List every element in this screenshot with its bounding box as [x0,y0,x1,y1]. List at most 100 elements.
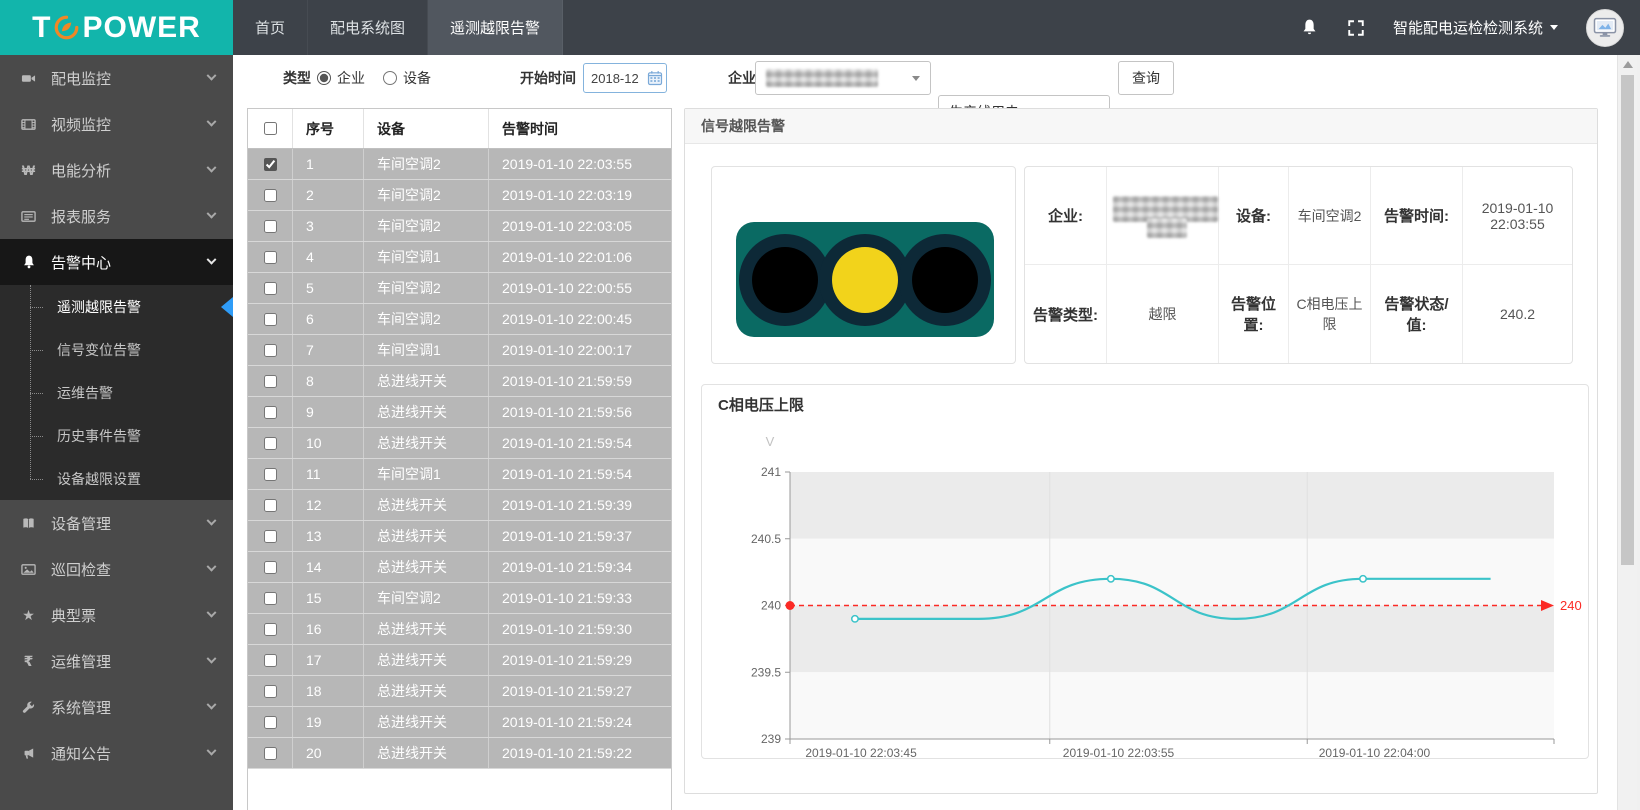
chevron-down-icon [1550,25,1558,30]
sidebar-item[interactable]: ₩电能分析 [0,147,233,193]
device-radio[interactable] [383,71,397,85]
row-checkbox[interactable] [264,592,277,605]
sidebar-item[interactable]: ★典型票 [0,592,233,638]
row-time: 2019-01-10 21:59:54 [489,466,671,482]
row-checkbox[interactable] [264,344,277,357]
row-checkbox[interactable] [264,499,277,512]
row-checkbox[interactable] [264,747,277,760]
row-no: 11 [293,459,364,489]
sidebar-item[interactable]: 配电监控 [0,55,233,101]
row-checkbox[interactable] [264,654,277,667]
sidebar-item[interactable]: 告警中心 [0,239,233,285]
row-checkbox[interactable] [264,375,277,388]
table-row[interactable]: 14总进线开关2019-01-10 21:59:34 [248,552,671,583]
row-device: 总进线开关 [364,428,489,458]
table-row[interactable]: 20总进线开关2019-01-10 21:59:22 [248,738,671,769]
start-time-label: 开始时间 [520,68,576,88]
svg-text:239: 239 [761,732,781,746]
system-menu[interactable]: 智能配电运检检测系统 [1393,17,1558,38]
row-time: 2019-01-10 22:00:45 [489,311,671,327]
row-checkbox[interactable] [264,561,277,574]
vertical-scrollbar[interactable] [1617,55,1637,810]
row-checkbox[interactable] [264,623,277,636]
row-checkbox[interactable] [264,468,277,481]
row-checkbox[interactable] [264,530,277,543]
row-no: 18 [293,676,364,706]
sidebar-item[interactable]: 巡回检查 [0,546,233,592]
start-time-input[interactable] [591,71,643,86]
avatar[interactable] [1586,9,1624,47]
submenu-item[interactable]: 信号变位告警 [0,328,233,371]
row-time: 2019-01-10 22:01:06 [489,249,671,265]
table-row[interactable]: 1车间空调22019-01-10 22:03:55 [248,149,671,180]
type-radio-enterprise[interactable]: 企业 [317,68,365,88]
row-checkbox[interactable] [264,220,277,233]
type-radio-device[interactable]: 设备 [383,68,431,88]
table-row[interactable]: 12总进线开关2019-01-10 21:59:39 [248,490,671,521]
table-row[interactable]: 8总进线开关2019-01-10 21:59:59 [248,366,671,397]
row-device: 总进线开关 [364,738,489,768]
row-checkbox[interactable] [264,406,277,419]
row-checkbox[interactable] [264,158,277,171]
row-no: 5 [293,273,364,303]
row-checkbox[interactable] [264,313,277,326]
table-row[interactable]: 7车间空调12019-01-10 22:00:17 [248,335,671,366]
row-device: 车间空调1 [364,242,489,272]
submenu-item[interactable]: 设备越限设置 [0,457,233,500]
select-all-checkbox[interactable] [264,122,277,135]
scrollbar-thumb[interactable] [1621,75,1634,565]
query-button[interactable]: 查询 [1118,61,1174,95]
submenu-item[interactable]: 运维告警 [0,371,233,414]
table-row[interactable]: 19总进线开关2019-01-10 21:59:24 [248,707,671,738]
calendar-icon[interactable] [647,70,663,86]
notification-bell-icon[interactable] [1300,18,1319,37]
row-no: 20 [293,738,364,768]
table-row[interactable]: 10总进线开关2019-01-10 21:59:54 [248,428,671,459]
table-row[interactable]: 18总进线开关2019-01-10 21:59:27 [248,676,671,707]
enterprise-select[interactable] [755,61,931,95]
svg-text:240.5: 240.5 [751,532,781,546]
row-checkbox[interactable] [264,685,277,698]
row-device: 车间空调1 [364,335,489,365]
row-checkbox[interactable] [264,437,277,450]
table-row[interactable]: 9总进线开关2019-01-10 21:59:56 [248,397,671,428]
table-row[interactable]: 6车间空调22019-01-10 22:00:45 [248,304,671,335]
sidebar-item-label: 巡回检查 [51,559,111,580]
top-bar: T POWER 首页配电系统图遥测越限告警 智能配电运检检测系统 [0,0,1640,55]
sidebar-item[interactable]: ₹运维管理 [0,638,233,684]
tab-2[interactable]: 遥测越限告警 [428,0,563,55]
row-no: 3 [293,211,364,241]
alarm-info-table: 企业: 设备: 车间空调2 告警时间: 2019-01-10 22:03:55 … [1024,166,1573,364]
svg-text:240: 240 [761,599,781,613]
sidebar-item[interactable]: 报表服务 [0,193,233,239]
table-row[interactable]: 13总进线开关2019-01-10 21:59:37 [248,521,671,552]
row-checkbox[interactable] [264,716,277,729]
table-row[interactable]: 11车间空调12019-01-10 21:59:54 [248,459,671,490]
table-row[interactable]: 15车间空调22019-01-10 21:59:33 [248,583,671,614]
row-device: 车间空调2 [364,583,489,613]
sidebar-item[interactable]: 设备管理 [0,500,233,546]
table-row[interactable]: 5车间空调22019-01-10 22:00:55 [248,273,671,304]
submenu-item[interactable]: 遥测越限告警 [0,285,233,328]
table-row[interactable]: 3车间空调22019-01-10 22:03:05 [248,211,671,242]
tab-0[interactable]: 首页 [233,0,308,55]
sidebar-item[interactable]: 视频监控 [0,101,233,147]
row-time: 2019-01-10 21:59:27 [489,683,671,699]
sidebar-item[interactable]: 系统管理 [0,684,233,730]
svg-text:2019-01-10 22:03:45: 2019-01-10 22:03:45 [805,746,917,758]
table-row[interactable]: 2车间空调22019-01-10 22:03:19 [248,180,671,211]
submenu-item[interactable]: 历史事件告警 [0,414,233,457]
row-checkbox[interactable] [264,251,277,264]
row-checkbox[interactable] [264,189,277,202]
enterprise-radio[interactable] [317,71,331,85]
table-row[interactable]: 4车间空调12019-01-10 22:01:06 [248,242,671,273]
traffic-light [736,222,994,337]
table-row[interactable]: 16总进线开关2019-01-10 21:59:30 [248,614,671,645]
row-checkbox[interactable] [264,282,277,295]
scroll-up-arrow-icon[interactable] [1623,61,1633,68]
chevron-down-icon [207,254,217,264]
sidebar-item[interactable]: 通知公告 [0,730,233,776]
table-row[interactable]: 17总进线开关2019-01-10 21:59:29 [248,645,671,676]
fullscreen-icon[interactable] [1347,19,1365,37]
tab-1[interactable]: 配电系统图 [308,0,428,55]
